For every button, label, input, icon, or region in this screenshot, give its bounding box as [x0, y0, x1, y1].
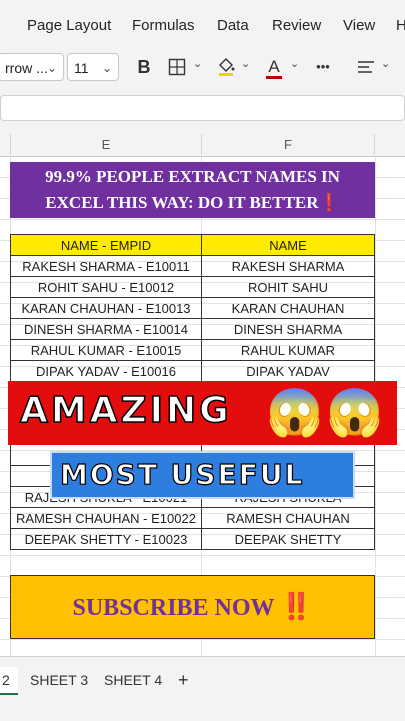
ribbon-menu-bar: Page Layout Formulas Data Review View H: [0, 0, 405, 48]
table-row: ROHIT SAHU - E10012 ROHIT SAHU: [10, 276, 375, 298]
cell-name[interactable]: KARAN CHAUHAN: [201, 297, 375, 319]
fill-color-icon[interactable]: [215, 56, 237, 78]
table-row: RAKESH SHARMA - E10011 RAKESH SHARMA: [10, 255, 375, 277]
cell-name[interactable]: DIPAK YADAV: [201, 360, 375, 382]
column-header-left: [0, 134, 11, 156]
title-line-1: 99.9% PEOPLE EXTRACT NAMES IN: [45, 167, 340, 186]
cell-name-empid[interactable]: DINESH SHARMA - E10014: [10, 318, 202, 340]
title-line-2-wrap: EXCEL THIS WAY: DO IT BETTER❗: [10, 190, 375, 216]
formula-input[interactable]: [0, 95, 405, 121]
font-name-select[interactable]: rrow ... ⌄: [0, 53, 64, 81]
table-row: DIPAK YADAV - E10016 DIPAK YADAV: [10, 360, 375, 382]
ribbon-toolbar: rrow ... ⌄ 11 ⌄ B ⌄ ⌄ A ⌄ ••• ⌄: [0, 48, 405, 128]
cell-name-empid[interactable]: RAMESH CHAUHAN - E10022: [10, 507, 202, 529]
bold-button[interactable]: B: [134, 56, 154, 78]
exclamation-icon: ❗: [318, 193, 340, 212]
subscribe-banner: SUBSCRIBE NOW ‼️: [10, 575, 375, 639]
chevron-down-icon: ⌄: [101, 61, 112, 75]
sheet-tab-bar: 2 SHEET 3 SHEET 4 +: [0, 656, 405, 721]
title-banner: 99.9% PEOPLE EXTRACT NAMES IN EXCEL THIS…: [10, 162, 375, 218]
font-size-select[interactable]: 11 ⌄: [67, 53, 119, 81]
font-color-icon[interactable]: A: [265, 56, 283, 79]
screaming-face-icon: 😱: [266, 386, 324, 438]
table-row: DINESH SHARMA - E10014 DINESH SHARMA: [10, 318, 375, 340]
cell-name-empid[interactable]: ROHIT SAHU - E10012: [10, 276, 202, 298]
sheet-tab-3[interactable]: SHEET 3: [22, 667, 96, 693]
cell-name[interactable]: RAKESH SHARMA: [201, 255, 375, 277]
font-size-value: 11: [74, 60, 89, 76]
column-header-f[interactable]: F: [202, 134, 375, 156]
cell-name[interactable]: ROHIT SAHU: [201, 276, 375, 298]
table-row: KARAN CHAUHAN - E10013 KARAN CHAUHAN: [10, 297, 375, 319]
font-color-swatch: [266, 76, 282, 79]
add-sheet-button[interactable]: +: [170, 667, 197, 693]
menu-review[interactable]: Review: [272, 17, 321, 34]
menu-home[interactable]: H: [396, 17, 405, 34]
column-header-e[interactable]: E: [11, 134, 202, 156]
sheet-tab-2[interactable]: 2: [0, 667, 18, 695]
double-exclamation-icon: ‼️: [280, 592, 313, 621]
table-row: DEEPAK SHETTY - E10023 DEEPAK SHETTY: [10, 528, 375, 550]
gridline: [0, 219, 405, 220]
table-header-row: NAME - EMPID NAME: [10, 234, 375, 256]
column-header-row: E F: [0, 134, 405, 157]
cell-name[interactable]: DEEPAK SHETTY: [201, 528, 375, 550]
table-row: RAMESH CHAUHAN - E10022 RAMESH CHAUHAN: [10, 507, 375, 529]
chevron-down-icon: ⌄: [46, 61, 57, 75]
cell-name[interactable]: RAMESH CHAUHAN: [201, 507, 375, 529]
font-name-value: rrow ...: [5, 60, 48, 76]
cell-name[interactable]: RAHUL KUMAR: [201, 339, 375, 361]
cell-name-empid[interactable]: KARAN CHAUHAN - E10013: [10, 297, 202, 319]
menu-data[interactable]: Data: [217, 17, 249, 34]
chevron-down-icon[interactable]: ⌄: [381, 57, 390, 70]
cell-name-empid[interactable]: DEEPAK SHETTY - E10023: [10, 528, 202, 550]
font-color-letter: A: [268, 57, 280, 76]
screaming-face-icon: 😱: [326, 386, 384, 438]
most-useful-text: MOST USEFUL: [59, 457, 305, 491]
title-line-2: EXCEL THIS WAY: DO IT BETTER: [45, 193, 319, 212]
most-useful-banner: MOST USEFUL: [50, 451, 355, 499]
chevron-down-icon[interactable]: ⌄: [241, 57, 250, 70]
gridline: [0, 639, 405, 640]
menu-page-layout[interactable]: Page Layout: [27, 17, 111, 34]
chevron-down-icon[interactable]: ⌄: [193, 57, 202, 70]
align-icon[interactable]: [356, 56, 376, 78]
chevron-down-icon[interactable]: ⌄: [290, 57, 299, 70]
more-options-icon[interactable]: •••: [310, 56, 336, 78]
cell-name-empid[interactable]: RAHUL KUMAR - E10015: [10, 339, 202, 361]
menu-view[interactable]: View: [343, 17, 375, 34]
gridline: [0, 555, 405, 556]
amazing-banner: AMAZING 😱 😱: [8, 381, 397, 445]
cell-name-empid[interactable]: RAKESH SHARMA - E10011: [10, 255, 202, 277]
header-name[interactable]: NAME: [201, 234, 375, 256]
cell-name-empid[interactable]: DIPAK YADAV - E10016: [10, 360, 202, 382]
table-row: RAHUL KUMAR - E10015 RAHUL KUMAR: [10, 339, 375, 361]
subscribe-text: SUBSCRIBE NOW: [72, 595, 275, 621]
sheet-tab-4[interactable]: SHEET 4: [96, 667, 170, 693]
header-name-empid[interactable]: NAME - EMPID: [10, 234, 202, 256]
cell-name[interactable]: DINESH SHARMA: [201, 318, 375, 340]
amazing-text: AMAZING: [19, 389, 232, 432]
borders-icon[interactable]: [166, 56, 188, 78]
menu-formulas[interactable]: Formulas: [132, 17, 195, 34]
